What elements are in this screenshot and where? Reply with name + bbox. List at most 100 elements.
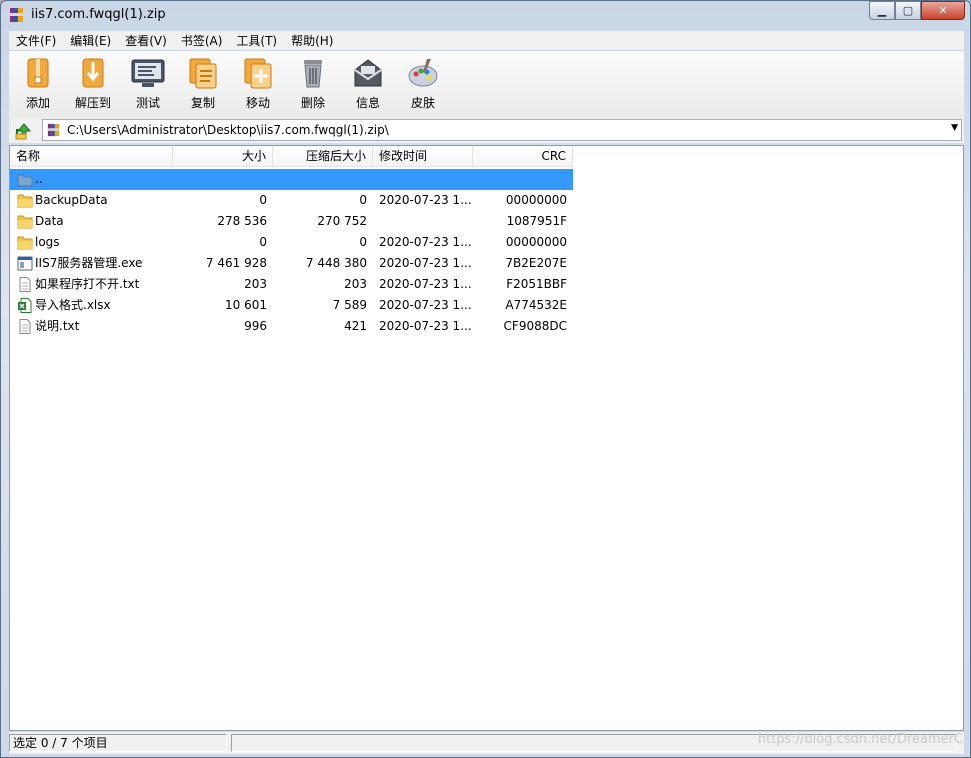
- add-button[interactable]: 添加: [11, 56, 65, 114]
- file-packed-size: 421: [344, 319, 367, 333]
- add-archive-icon: [27, 58, 49, 88]
- test-button[interactable]: 测试: [121, 56, 175, 114]
- skin-label: 皮肤: [410, 96, 435, 110]
- file-modified: 2020-07-23 1...: [379, 193, 471, 207]
- move-label: 移动: [245, 96, 270, 110]
- file-packed-size: 270 752: [317, 214, 367, 228]
- parent-folder-icon: [17, 172, 33, 187]
- file-list-header: 名称 大小 压缩后大小 修改时间 CRC: [10, 146, 963, 168]
- column-header-name[interactable]: 名称: [10, 146, 173, 167]
- minimize-button[interactable]: ▁: [869, 1, 895, 20]
- file-size: 10 601: [225, 298, 267, 312]
- info-icon: [354, 59, 382, 87]
- exe-icon: [17, 256, 33, 271]
- table-row[interactable]: Data 278 536 270 752 1087951F: [10, 211, 573, 232]
- file-packed-size: 203: [344, 277, 367, 291]
- up-folder-icon[interactable]: [15, 122, 33, 140]
- move-button[interactable]: 移动: [231, 56, 285, 114]
- delete-button[interactable]: 删除: [286, 56, 340, 114]
- file-crc: 00000000: [505, 235, 567, 249]
- file-crc: 7B2E207E: [505, 256, 567, 270]
- menu-bar: 文件(F) 编辑(E) 查看(V) 书签(A) 工具(T) 帮助(H): [9, 31, 964, 50]
- copy-label: 复制: [190, 96, 215, 110]
- file-crc: 00000000: [505, 193, 567, 207]
- file-packed-size: 7 589: [332, 298, 367, 312]
- skin-icon: [408, 59, 438, 87]
- file-size: 996: [244, 319, 267, 333]
- copy-button[interactable]: 复制: [176, 56, 230, 114]
- address-dropdown-arrow[interactable]: ▼: [951, 123, 958, 133]
- file-crc: CF9088DC: [503, 319, 567, 333]
- info-button[interactable]: 信息: [341, 56, 395, 114]
- file-packed-size: 0: [359, 193, 367, 207]
- file-size: 0: [259, 193, 267, 207]
- menu-help[interactable]: 帮助(H): [284, 32, 340, 49]
- file-name: ..: [35, 172, 43, 186]
- extract-button[interactable]: 解压到: [66, 56, 120, 114]
- file-size: 278 536: [217, 214, 267, 228]
- file-modified: 2020-07-23 1...: [379, 235, 471, 249]
- column-header-crc[interactable]: CRC: [473, 146, 573, 167]
- test-label: 测试: [135, 96, 160, 110]
- excel-file-icon: [17, 298, 33, 313]
- file-crc: [473, 169, 567, 190]
- file-crc: A774532E: [505, 298, 567, 312]
- window-title: iis7.com.fwqgl(1).zip: [31, 7, 166, 22]
- file-packed-size: [273, 169, 367, 190]
- delete-label: 删除: [300, 96, 325, 110]
- table-row[interactable]: ..: [10, 169, 573, 190]
- folder-icon: [17, 193, 33, 208]
- file-size: 7 461 928: [205, 256, 267, 270]
- archive-window: iis7.com.fwqgl(1).zip ▁ ▢ ✕ 文件(F) 编辑(E) …: [0, 0, 971, 758]
- text-file-icon: [17, 319, 33, 334]
- address-bar: C:\Users\Administrator\Desktop\iis7.com.…: [9, 118, 964, 143]
- file-name: BackupData: [35, 193, 108, 207]
- menu-view[interactable]: 查看(V): [118, 32, 174, 49]
- winrar-app-icon: [10, 8, 23, 22]
- file-modified: 2020-07-23 1...: [379, 319, 471, 333]
- file-packed-size: 0: [359, 235, 367, 249]
- table-row[interactable]: 如果程序打不开.txt 203 203 2020-07-23 1... F2051BBF: [10, 274, 573, 295]
- file-list[interactable]: 名称 大小 压缩后大小 修改时间 CRC .. BackupData 0 0 2020-…: [9, 145, 964, 731]
- file-size: [173, 169, 267, 190]
- menu-bookmarks[interactable]: 书签(A): [174, 32, 230, 49]
- maximize-button[interactable]: ▢: [895, 1, 921, 20]
- file-modified: [379, 211, 471, 232]
- column-header-packed[interactable]: 压缩后大小: [273, 146, 373, 167]
- file-modified: [379, 169, 471, 190]
- table-row[interactable]: 导入格式.xlsx 10 601 7 589 2020-07-23 1... A7745…: [10, 295, 573, 316]
- file-name: 说明.txt: [35, 319, 80, 333]
- add-label: 添加: [25, 96, 50, 110]
- table-row[interactable]: 说明.txt 996 421 2020-07-23 1... CF9088DC: [10, 316, 573, 337]
- file-modified: 2020-07-23 1...: [379, 256, 471, 270]
- address-path: C:\Users\Administrator\Desktop\iis7.com.…: [67, 123, 389, 137]
- toolbar: 添加 解压到 测试 复制 移动 删除 信息 皮肤: [9, 51, 964, 119]
- file-size: 0: [259, 235, 267, 249]
- extract-label: 解压到: [74, 96, 111, 110]
- column-header-modified[interactable]: 修改时间: [373, 146, 473, 167]
- skin-button[interactable]: 皮肤: [396, 56, 450, 114]
- folder-icon: [17, 235, 33, 250]
- table-row[interactable]: BackupData 0 0 2020-07-23 1... 00000000: [10, 190, 573, 211]
- copy-icon: [189, 58, 217, 89]
- info-label: 信息: [355, 96, 380, 110]
- table-row[interactable]: logs 0 0 2020-07-23 1... 00000000: [10, 232, 573, 253]
- folder-icon: [17, 214, 33, 229]
- test-icon: [131, 59, 165, 87]
- title-bar[interactable]: iis7.com.fwqgl(1).zip ▁ ▢ ✕: [1, 1, 970, 29]
- archive-icon: [47, 123, 60, 137]
- table-row[interactable]: IIS7服务器管理.exe 7 461 928 7 448 380 2020-07-2…: [10, 253, 573, 274]
- address-field[interactable]: C:\Users\Administrator\Desktop\iis7.com.…: [42, 119, 962, 141]
- menu-file[interactable]: 文件(F): [9, 32, 63, 49]
- file-name: 导入格式.xlsx: [35, 298, 111, 312]
- file-name: Data: [35, 214, 64, 228]
- close-button[interactable]: ✕: [921, 1, 965, 20]
- column-header-size[interactable]: 大小: [173, 146, 273, 167]
- file-crc: 1087951F: [506, 214, 567, 228]
- menu-edit[interactable]: 编辑(E): [63, 32, 118, 49]
- file-name: 如果程序打不开.txt: [35, 277, 140, 291]
- file-name: IIS7服务器管理.exe: [35, 256, 143, 270]
- file-crc: F2051BBF: [506, 277, 567, 291]
- file-packed-size: 7 448 380: [305, 256, 367, 270]
- menu-tools[interactable]: 工具(T): [229, 32, 284, 49]
